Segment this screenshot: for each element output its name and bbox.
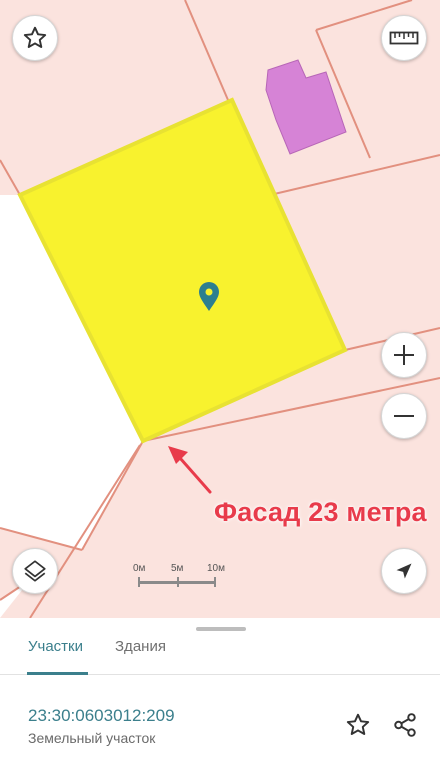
minus-icon [394, 415, 414, 417]
bottom-sheet: Участки Здания 23:30:0603012:209 Земельн… [0, 618, 440, 767]
cadastral-number[interactable]: 23:30:0603012:209 [28, 706, 175, 726]
facade-annotation: Фасад 23 метра [214, 497, 427, 527]
scale-tick [138, 577, 140, 587]
annotation-arrow [168, 446, 212, 494]
scale-tick [177, 577, 179, 587]
parcel-type-label: Земельный участок [28, 730, 156, 746]
share-icon [394, 713, 416, 737]
ruler-button[interactable] [381, 15, 427, 61]
tab-bar: Участки Здания [0, 632, 440, 675]
ruler-icon [389, 31, 419, 45]
scale-bar: 0м 5м 10м [133, 563, 225, 593]
favorite-map-button[interactable] [12, 15, 58, 61]
tab-buildings[interactable]: Здания [115, 638, 166, 674]
drag-handle[interactable] [196, 627, 246, 631]
star-icon [346, 713, 370, 735]
star-icon [23, 26, 47, 48]
layers-button[interactable] [12, 548, 58, 594]
locate-me-button[interactable] [381, 548, 427, 594]
share-button[interactable] [389, 709, 421, 741]
map-view[interactable]: Фасад 23 метра 0м 5м 10м [0, 0, 440, 618]
tab-parcels[interactable]: Участки [28, 638, 83, 674]
scale-label-10: 10м [207, 563, 225, 574]
zoom-in-button[interactable] [381, 332, 427, 378]
navigation-arrow-icon [396, 563, 412, 579]
scale-tick [214, 577, 216, 587]
scale-label-5: 5м [171, 563, 184, 574]
plus-icon [394, 345, 414, 365]
zoom-out-button[interactable] [381, 393, 427, 439]
favorite-parcel-button[interactable] [342, 709, 374, 741]
scale-label-0: 0м [133, 563, 146, 574]
layers-icon [24, 560, 46, 582]
active-tab-indicator [27, 672, 88, 675]
